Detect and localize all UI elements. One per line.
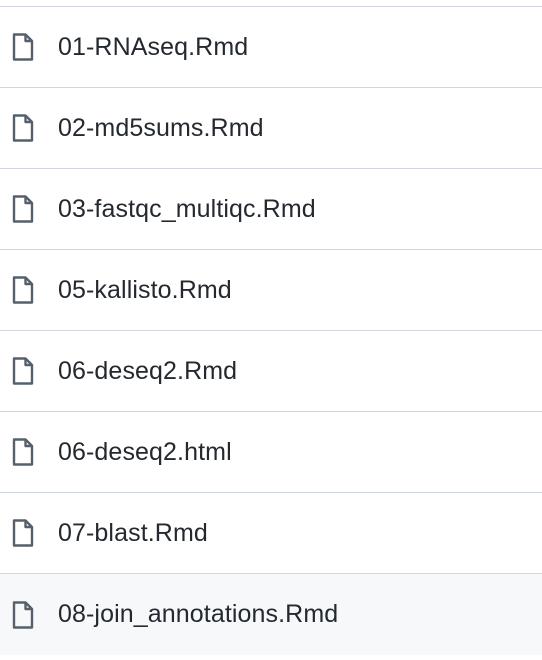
file-icon [10, 355, 36, 387]
file-link[interactable]: 06-deseq2.Rmd [58, 357, 237, 386]
file-icon [10, 31, 36, 63]
file-link[interactable]: 08-join_annotations.Rmd [58, 600, 338, 629]
file-link[interactable]: 07-blast.Rmd [58, 519, 208, 548]
file-icon [10, 436, 36, 468]
file-icon [10, 112, 36, 144]
file-row-03-fastqc-multiqc[interactable]: 03-fastqc_multiqc.Rmd [0, 169, 542, 250]
file-row-01-rnaseq[interactable]: 01-RNAseq.Rmd [0, 7, 542, 88]
file-row-02-md5sums[interactable]: 02-md5sums.Rmd [0, 88, 542, 169]
file-icon [10, 193, 36, 225]
file-icon [10, 517, 36, 549]
file-link[interactable]: 06-deseq2.html [58, 438, 232, 467]
file-row-07-blast[interactable]: 07-blast.Rmd [0, 493, 542, 574]
file-list: 01-RNAseq.Rmd 02-md5sums.Rmd 03-fastqc_m… [0, 6, 542, 660]
file-link[interactable]: 05-kallisto.Rmd [58, 276, 232, 305]
file-row-06-deseq2-rmd[interactable]: 06-deseq2.Rmd [0, 331, 542, 412]
file-icon [10, 274, 36, 306]
file-link[interactable]: 03-fastqc_multiqc.Rmd [58, 195, 316, 224]
file-row-05-kallisto[interactable]: 05-kallisto.Rmd [0, 250, 542, 331]
file-icon [10, 599, 36, 631]
file-link[interactable]: 02-md5sums.Rmd [58, 114, 264, 143]
file-link[interactable]: 01-RNAseq.Rmd [58, 33, 248, 62]
file-row-06-deseq2-html[interactable]: 06-deseq2.html [0, 412, 542, 493]
file-row-08-join-annotations[interactable]: 08-join_annotations.Rmd [0, 574, 542, 655]
